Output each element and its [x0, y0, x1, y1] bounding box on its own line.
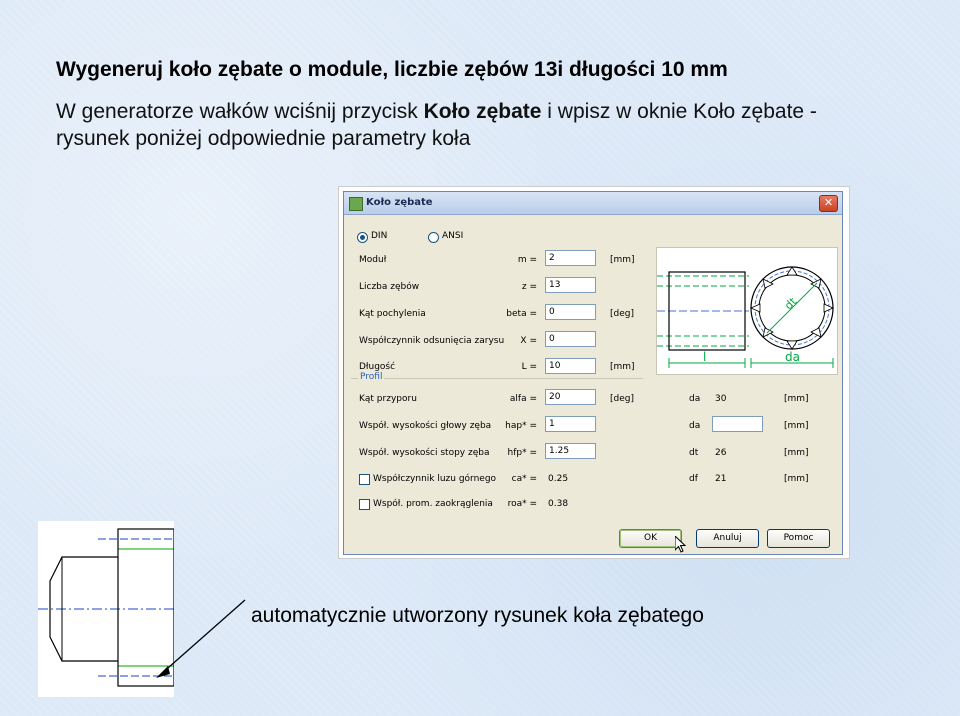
drawing-caption: automatycznie utworzony rysunek koła zęb…	[251, 604, 704, 627]
